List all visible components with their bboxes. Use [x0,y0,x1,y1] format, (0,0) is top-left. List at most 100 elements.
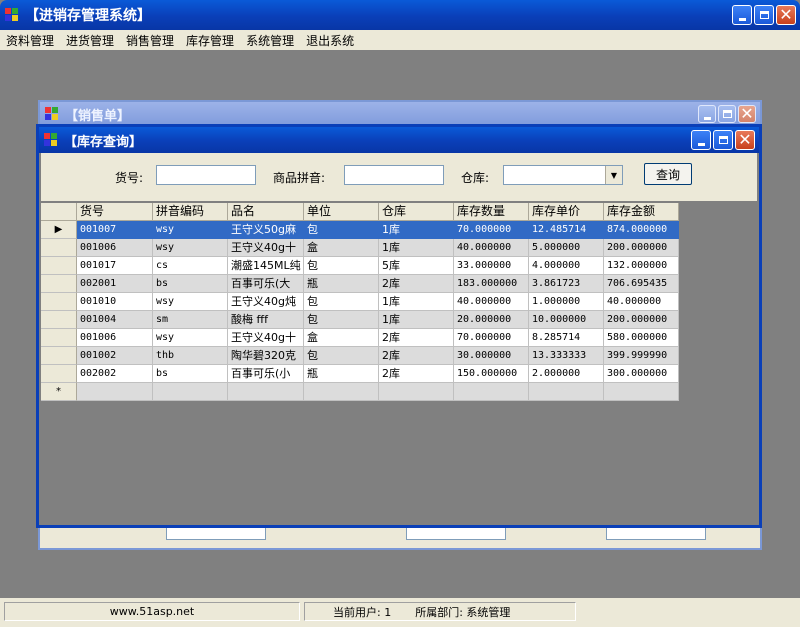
row-header[interactable] [41,329,77,347]
minimize-button[interactable] [732,5,752,25]
cell-warehouse[interactable]: 1库 [379,311,454,329]
menu-data-management[interactable]: 资料管理 [0,32,60,49]
cell-warehouse[interactable]: 2库 [379,329,454,347]
grid-corner-cell[interactable] [41,203,77,221]
item-no-input[interactable] [156,165,256,185]
cell-pinyin[interactable]: wsy [153,239,228,257]
inventory-close-button[interactable]: ✕ [735,130,755,150]
cell-warehouse[interactable]: 5库 [379,257,454,275]
cell-pinyin[interactable]: wsy [153,293,228,311]
cell-price[interactable]: 13.333333 [529,347,604,365]
cell-name[interactable]: 潮盛145ML纯 [228,257,304,275]
cell-item-no[interactable]: 001010 [77,293,153,311]
cell-name[interactable]: 陶华碧320克 [228,347,304,365]
cell-qty[interactable]: 70.000000 [454,221,529,239]
table-row[interactable]: 001004 sm 酸梅 fff 包 1库 20.000000 10.000000 200.0… [41,311,679,329]
cell-price[interactable]: 4.000000 [529,257,604,275]
menu-exit-system[interactable]: 退出系统 [300,32,360,49]
cell-item-no[interactable]: 002002 [77,365,153,383]
cell-unit[interactable]: 瓶 [304,275,379,293]
warehouse-select[interactable]: ▼ [503,165,623,185]
cell-warehouse[interactable]: 2库 [379,275,454,293]
row-header[interactable] [41,311,77,329]
cell-amount[interactable]: 200.000000 [604,239,679,257]
menu-purchase-management[interactable]: 进货管理 [60,32,120,49]
new-row-cell[interactable] [304,383,379,401]
cell-qty[interactable]: 40.000000 [454,239,529,257]
cell-pinyin[interactable]: cs [153,257,228,275]
menu-system-management[interactable]: 系统管理 [240,32,300,49]
cell-price[interactable]: 12.485714 [529,221,604,239]
cell-name[interactable]: 王守义50g麻 [228,221,304,239]
cell-unit[interactable]: 盒 [304,239,379,257]
cell-pinyin[interactable]: wsy [153,221,228,239]
cell-amount[interactable]: 300.000000 [604,365,679,383]
query-button[interactable]: 查询 [644,163,692,185]
menu-sales-management[interactable]: 销售管理 [120,32,180,49]
cell-amount[interactable]: 399.999990 [604,347,679,365]
table-row[interactable]: 002001 bs 百事可乐(大瓶 2库 183.000000 3.861723 706.6… [41,275,679,293]
cell-pinyin[interactable]: bs [153,365,228,383]
cell-unit[interactable]: 瓶 [304,365,379,383]
cell-unit[interactable]: 包 [304,347,379,365]
dropdown-arrow-icon[interactable]: ▼ [605,166,622,184]
cell-unit[interactable]: 盒 [304,329,379,347]
cell-name[interactable]: 王守义40g十 [228,239,304,257]
cell-pinyin[interactable]: thb [153,347,228,365]
new-row-cell[interactable] [529,383,604,401]
table-row[interactable]: 001002 thb 陶华碧320克包 2库 30.000000 13.333333 399… [41,347,679,365]
cell-unit[interactable]: 包 [304,311,379,329]
cell-name[interactable]: 百事可乐(大 [228,275,304,293]
cell-price[interactable]: 8.285714 [529,329,604,347]
column-header-amount[interactable]: 库存金额 [604,203,679,221]
new-row-cell[interactable] [604,383,679,401]
inventory-maximize-button[interactable] [713,130,733,150]
table-row[interactable]: 001017 cs 潮盛145ML纯包 5库 33.000000 4.000000 132.… [41,257,679,275]
cell-warehouse[interactable]: 1库 [379,293,454,311]
cell-amount[interactable]: 132.000000 [604,257,679,275]
row-header[interactable] [41,365,77,383]
cell-qty[interactable]: 70.000000 [454,329,529,347]
column-header-name[interactable]: 品名 [228,203,304,221]
cell-pinyin[interactable]: sm [153,311,228,329]
cell-item-no[interactable]: 001004 [77,311,153,329]
new-row-cell[interactable] [454,383,529,401]
cell-item-no[interactable]: 002001 [77,275,153,293]
new-row-cell[interactable] [379,383,454,401]
new-row-cell[interactable] [77,383,153,401]
table-row[interactable]: 001006 wsy 王守义40g十盒 2库 70.000000 8.285714 580.… [41,329,679,347]
cell-item-no[interactable]: 001006 [77,329,153,347]
inventory-minimize-button[interactable] [691,130,711,150]
cell-price[interactable]: 5.000000 [529,239,604,257]
sales-maximize-button[interactable] [718,105,736,123]
sales-minimize-button[interactable] [698,105,716,123]
cell-qty[interactable]: 30.000000 [454,347,529,365]
cell-unit[interactable]: 包 [304,257,379,275]
column-header-unit[interactable]: 单位 [304,203,379,221]
cell-qty[interactable]: 183.000000 [454,275,529,293]
cell-name[interactable]: 王守义40g十 [228,329,304,347]
cell-price[interactable]: 3.861723 [529,275,604,293]
selected-row-indicator-icon[interactable]: ▶ [41,221,77,239]
column-header-qty[interactable]: 库存数量 [454,203,529,221]
new-row-cell[interactable] [153,383,228,401]
cell-qty[interactable]: 33.000000 [454,257,529,275]
new-row[interactable]: * [41,383,679,401]
cell-pinyin[interactable]: wsy [153,329,228,347]
row-header[interactable] [41,257,77,275]
table-row[interactable]: 001006 wsy 王守义40g十盒 1库 40.000000 5.000000 200.… [41,239,679,257]
cell-item-no[interactable]: 001017 [77,257,153,275]
cell-amount[interactable]: 706.695435 [604,275,679,293]
cell-price[interactable]: 10.000000 [529,311,604,329]
sales-order-title-bar[interactable]: 【销售单】 ✕ [40,102,760,126]
row-header[interactable] [41,239,77,257]
cell-pinyin[interactable]: bs [153,275,228,293]
row-header[interactable] [41,275,77,293]
cell-qty[interactable]: 20.000000 [454,311,529,329]
column-header-price[interactable]: 库存单价 [529,203,604,221]
cell-amount[interactable]: 40.000000 [604,293,679,311]
row-header[interactable] [41,293,77,311]
cell-item-no[interactable]: 001007 [77,221,153,239]
cell-name[interactable]: 王守义40g炖 [228,293,304,311]
cell-item-no[interactable]: 001006 [77,239,153,257]
